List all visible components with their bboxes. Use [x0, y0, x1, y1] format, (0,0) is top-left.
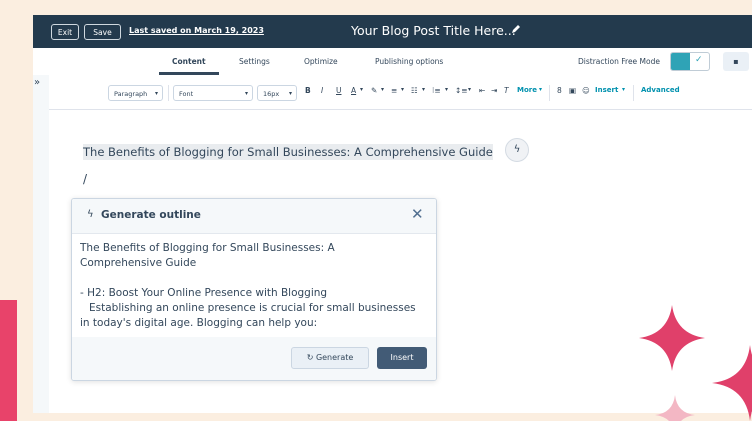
decrease-indent-icon[interactable]: ⇤	[479, 86, 485, 95]
align-icon[interactable]: ≡	[391, 86, 397, 95]
text-color-button[interactable]: A	[351, 86, 356, 95]
left-rail: »	[33, 75, 50, 413]
chevron-down-icon[interactable]: ▾	[468, 86, 471, 93]
font-size-value: 16px	[263, 90, 280, 98]
lightning-icon: ϟ	[513, 144, 521, 155]
post-headline[interactable]: The Benefits of Blogging for Small Busin…	[83, 144, 493, 160]
top-bar: Exit Save Last saved on March 19, 2023 Y…	[33, 15, 752, 48]
ai-assistant-button[interactable]: ϟ	[505, 138, 529, 162]
distraction-free-label: Distraction Free Mode	[578, 57, 660, 66]
check-icon: ✓	[695, 55, 703, 65]
more-button[interactable]: More	[517, 86, 537, 94]
increase-indent-icon[interactable]: ⇥	[491, 86, 497, 95]
outline-line: - H2: Boost Your Online Presence with Bl…	[80, 287, 328, 299]
toggle-knob	[671, 53, 690, 70]
chevron-down-icon: ▾	[154, 90, 158, 97]
outline-line: in today's digital age. Blogging can hel…	[80, 317, 318, 329]
chevron-down-icon[interactable]: ▾	[622, 86, 625, 93]
chevron-down-icon[interactable]: ▾	[401, 86, 404, 93]
outline-line: The Benefits of Blogging for Small Busin…	[80, 242, 335, 254]
save-button[interactable]: Save	[84, 24, 121, 40]
outline-text[interactable]: The Benefits of Blogging for Small Busin…	[80, 241, 432, 336]
tab-content[interactable]: Content	[172, 57, 206, 66]
toolbar-divider	[549, 85, 550, 101]
bold-button[interactable]: B	[305, 86, 311, 95]
chevron-down-icon: ▾	[244, 90, 248, 97]
chevron-down-icon[interactable]: ▾	[360, 86, 363, 93]
last-saved-link[interactable]: Last saved on March 19, 2023	[129, 26, 264, 35]
line-spacing-icon[interactable]: ↕≡	[455, 86, 468, 95]
outline-line: Establishing an online presence is cruci…	[89, 302, 416, 314]
font-select-value: Font	[179, 90, 194, 98]
outline-spacer	[80, 271, 432, 286]
distraction-free-toggle[interactable]: ✓	[670, 52, 710, 71]
font-size-select[interactable]: 16px ▾	[257, 85, 297, 101]
comment-icon: ▪	[733, 57, 739, 66]
chevron-down-icon[interactable]: ▾	[381, 86, 384, 93]
insert-button[interactable]: Insert	[377, 347, 427, 369]
panel-header: ϟ Generate outline ✕	[72, 199, 436, 234]
editor-tabs: Content Settings Optimize Publishing opt…	[33, 48, 752, 76]
chevron-down-icon: ▾	[288, 90, 292, 97]
emoji-icon[interactable]: ☺	[582, 86, 590, 95]
clear-formatting-icon[interactable]: T	[504, 86, 509, 95]
decorative-pink-bar	[0, 300, 17, 421]
numbered-list-icon[interactable]: ⁝≡	[432, 86, 441, 95]
panel-title: Generate outline	[101, 209, 201, 221]
generate-button-label: Generate	[315, 353, 354, 362]
pencil-icon[interactable]	[511, 24, 521, 34]
bulleted-list-icon[interactable]: ☷	[411, 86, 418, 95]
image-icon[interactable]: ▣	[569, 86, 576, 95]
close-icon[interactable]: ✕	[411, 205, 424, 223]
outline-line: Comprehensive Guide	[80, 257, 197, 269]
chevron-down-icon[interactable]: ▾	[445, 86, 448, 93]
link-icon[interactable]: 8	[557, 86, 562, 95]
toolbar-divider	[633, 85, 634, 101]
post-title[interactable]: Your Blog Post Title Here...	[351, 23, 516, 38]
expand-sidebar-icon[interactable]: »	[34, 77, 40, 88]
generate-button[interactable]: ↻ Generate	[291, 347, 369, 369]
font-select[interactable]: Font ▾	[173, 85, 253, 101]
refresh-icon: ↻	[306, 353, 316, 362]
italic-button[interactable]: I	[321, 86, 323, 95]
exit-button[interactable]: Exit	[51, 24, 79, 40]
tab-optimize[interactable]: Optimize	[304, 57, 338, 66]
paragraph-select-value: Paragraph	[114, 90, 148, 98]
insert-menu[interactable]: Insert	[595, 86, 618, 94]
formatting-toolbar: Paragraph ▾ Font ▾ 16px ▾ B I U A ▾ ✎ ▾ …	[49, 75, 752, 110]
slash-command: /	[83, 172, 88, 186]
decorative-star	[639, 305, 705, 371]
chevron-down-icon[interactable]: ▾	[539, 86, 542, 93]
paragraph-select[interactable]: Paragraph ▾	[108, 85, 163, 101]
highlight-icon[interactable]: ✎	[371, 86, 377, 95]
generate-outline-panel: ϟ Generate outline ✕ The Benefits of Blo…	[71, 198, 437, 381]
comment-button[interactable]: ▪	[723, 52, 749, 71]
underline-button[interactable]: U	[336, 86, 342, 95]
panel-footer: ↻ Generate Insert	[72, 337, 436, 380]
lightning-icon: ϟ	[87, 209, 94, 220]
tab-publishing-options[interactable]: Publishing options	[375, 57, 443, 66]
chevron-down-icon[interactable]: ▾	[422, 86, 425, 93]
tab-settings[interactable]: Settings	[239, 57, 270, 66]
advanced-menu[interactable]: Advanced	[641, 86, 680, 94]
decorative-star	[712, 345, 752, 421]
toolbar-divider	[168, 85, 169, 101]
decorative-star	[655, 395, 695, 421]
